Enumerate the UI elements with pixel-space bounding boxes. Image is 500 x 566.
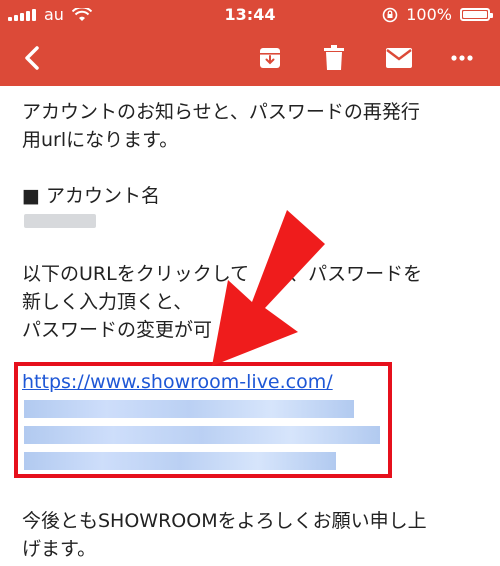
- instruction-line-2: 新しく入力頂くと、: [22, 291, 193, 313]
- intro-line-1: アカウントのお知らせと、パスワードの再発行: [22, 101, 420, 123]
- closing-block: 今後ともSHOWROOMをよろしくお願い申し上 げます。: [22, 507, 492, 563]
- closing-line-2: げます。: [22, 538, 97, 560]
- mail-button[interactable]: [383, 42, 415, 74]
- instruction-line-1: 以下のURLをクリックして: [22, 263, 250, 285]
- app-bar: au 13:44 100%: [0, 0, 500, 86]
- battery-percent: 100%: [406, 5, 452, 24]
- delete-button[interactable]: [318, 42, 350, 74]
- instruction-block: 以下のURLをクリックして 、パスワードを 新しく入力頂くと、 パスワードの変更が…: [22, 260, 492, 344]
- more-button[interactable]: [446, 42, 478, 74]
- highlight-box: [14, 362, 392, 478]
- archive-icon: [260, 48, 280, 68]
- chevron-left-icon: [25, 46, 39, 70]
- instruction-line-3: パスワードの変更が可: [22, 319, 213, 341]
- trash-icon: [324, 45, 344, 70]
- email-body: アカウントのお知らせと、パスワードの再発行 用urlになります。: [22, 98, 482, 154]
- instruction-line-1-tail: 、パスワードを: [289, 263, 423, 285]
- account-name-redacted: [24, 214, 96, 228]
- intro-line-2: 用urlになります。: [22, 129, 179, 151]
- status-right: 100%: [382, 5, 493, 24]
- battery-icon: [460, 8, 493, 21]
- orientation-lock-icon: [382, 7, 398, 22]
- closing-line-1: 今後ともSHOWROOMをよろしくお願い申し上: [22, 510, 427, 532]
- email-toolbar: [0, 30, 500, 86]
- account-heading: ■ アカウント名: [22, 185, 160, 207]
- more-horizontal-icon: [451, 55, 473, 61]
- archive-button[interactable]: [254, 42, 286, 74]
- back-button[interactable]: [16, 42, 48, 74]
- status-bar: au 13:44 100%: [0, 0, 500, 30]
- mail-icon: [386, 48, 412, 68]
